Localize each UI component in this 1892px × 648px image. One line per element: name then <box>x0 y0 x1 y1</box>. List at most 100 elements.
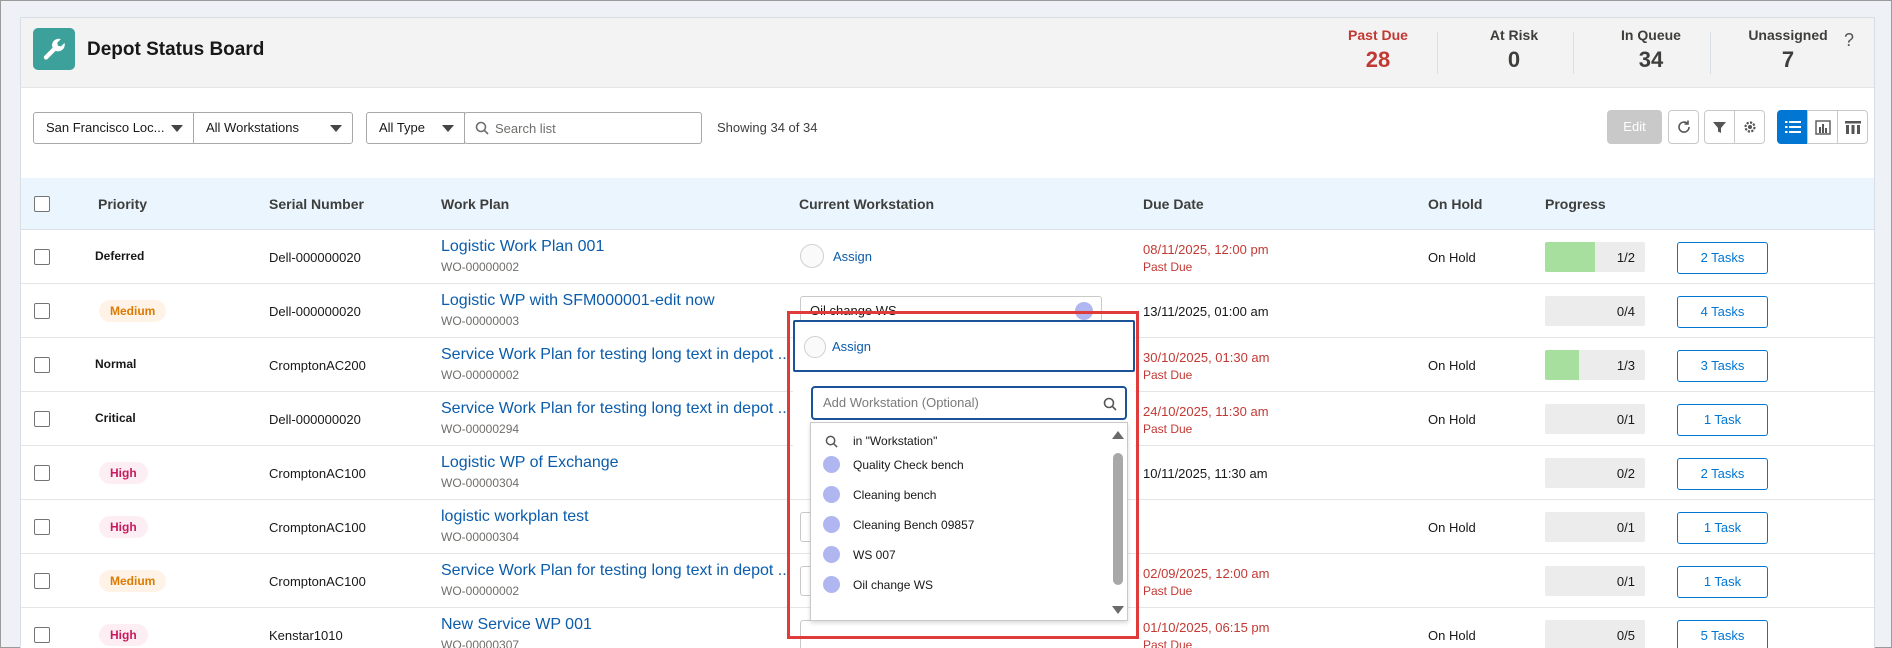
work-plan-link[interactable]: Logistic WP of Exchange <box>441 454 619 472</box>
row-checkbox[interactable] <box>34 465 50 481</box>
due-date: 02/09/2025, 12:00 am <box>1143 566 1270 581</box>
work-plan-link[interactable]: Logistic Work Plan 001 <box>441 238 604 256</box>
on-hold-status: On Hold <box>1428 412 1476 427</box>
serial-number: Dell-000000020 <box>269 250 361 265</box>
row-checkbox[interactable] <box>34 573 50 589</box>
stat-past-due[interactable]: Past Due 28 <box>1313 27 1443 73</box>
progress-text: 1/2 <box>1616 250 1635 265</box>
row-checkbox[interactable] <box>34 411 50 427</box>
priority-label: Critical <box>95 411 136 425</box>
settings-button[interactable] <box>1734 110 1765 144</box>
tasks-button[interactable]: 3 Tasks <box>1677 350 1768 382</box>
chart-view-button[interactable] <box>1807 110 1838 144</box>
stat-label: Unassigned <box>1748 27 1828 43</box>
tasks-button[interactable]: 1 Task <box>1677 512 1768 544</box>
row-checkbox[interactable] <box>34 303 50 319</box>
row-checkbox[interactable] <box>34 249 50 265</box>
tasks-button[interactable]: 2 Tasks <box>1677 242 1768 274</box>
priority-badge: High <box>99 624 148 646</box>
tasks-button[interactable]: 2 Tasks <box>1677 458 1768 490</box>
search-input[interactable] <box>495 119 695 137</box>
stat-value: 28 <box>1365 47 1391 72</box>
progress-text: 1/3 <box>1616 358 1635 373</box>
work-plan-link[interactable]: New Service WP 001 <box>441 616 592 634</box>
type-select-value: All Type <box>379 120 426 135</box>
workstation-icon <box>823 486 840 503</box>
serial-number: CromptonAC100 <box>269 574 366 589</box>
assign-link[interactable]: Assign <box>832 339 871 354</box>
stat-in-queue[interactable]: In Queue 34 <box>1586 27 1716 73</box>
screen-frame: Depot Status Board Past Due 28 At Risk 0… <box>0 0 1892 648</box>
refresh-button[interactable] <box>1668 110 1699 144</box>
board-view-button[interactable] <box>1837 110 1868 144</box>
column-priority[interactable]: Priority <box>98 196 147 212</box>
workstation-search-box <box>811 386 1127 420</box>
priority-label: Deferred <box>95 249 145 263</box>
column-due-date[interactable]: Due Date <box>1143 196 1204 212</box>
divider <box>1437 32 1438 74</box>
stat-label: At Risk <box>1489 27 1539 43</box>
progress-text: 0/1 <box>1616 412 1635 427</box>
assign-link[interactable]: Assign <box>833 249 872 264</box>
bar-chart-icon <box>1814 119 1831 135</box>
location-select[interactable]: San Francisco Loc... <box>33 112 194 144</box>
column-serial-number[interactable]: Serial Number <box>269 196 364 212</box>
workstation-select[interactable]: All Workstations <box>193 112 353 144</box>
column-progress[interactable]: Progress <box>1545 196 1606 212</box>
row-checkbox[interactable] <box>34 357 50 373</box>
tasks-button[interactable]: 5 Tasks <box>1677 620 1768 648</box>
work-plan-link[interactable]: Service Work Plan for testing long text … <box>441 400 791 418</box>
tasks-button[interactable]: 4 Tasks <box>1677 296 1768 328</box>
progress-bar: 0/1 <box>1545 566 1645 596</box>
workstation-icon <box>823 546 840 563</box>
table-row[interactable]: Deferred Dell-000000020 Logistic Work Plan… <box>21 230 1874 284</box>
priority-badge: Medium <box>99 570 167 592</box>
due-status: Past Due <box>1143 584 1193 598</box>
column-work-plan[interactable]: Work Plan <box>441 196 509 212</box>
due-date: 30/10/2025, 01:30 am <box>1143 350 1270 365</box>
stat-unassigned[interactable]: Unassigned 7 <box>1723 27 1853 73</box>
work-plan-link[interactable]: logistic workplan test <box>441 508 589 526</box>
work-plan-link[interactable]: Logistic WP with SFM000001-edit now <box>441 292 715 310</box>
workstation-option-label: Cleaning Bench 09857 <box>853 518 975 532</box>
due-date: 13/11/2025, 01:00 am <box>1143 304 1269 319</box>
work-plan-link[interactable]: Service Work Plan for testing long text … <box>441 562 791 580</box>
workstation-option[interactable]: Oil change WS <box>811 569 1111 605</box>
serial-number: Kenstar1010 <box>269 628 343 643</box>
select-all-checkbox[interactable] <box>34 196 50 212</box>
scroll-up-icon[interactable] <box>1112 431 1124 439</box>
help-icon[interactable]: ? <box>1844 30 1854 51</box>
stat-at-risk[interactable]: At Risk 0 <box>1449 27 1579 73</box>
workstation-icon <box>800 244 824 268</box>
stat-label: In Queue <box>1621 27 1681 43</box>
scroll-thumb[interactable] <box>1113 453 1123 585</box>
list-view-button[interactable] <box>1777 110 1808 144</box>
dropdown-scrollbar[interactable] <box>1111 427 1124 618</box>
progress-text: 0/1 <box>1616 574 1635 589</box>
type-select[interactable]: All Type <box>366 112 465 144</box>
work-plan-link[interactable]: Service Work Plan for testing long text … <box>441 346 791 364</box>
column-on-hold[interactable]: On Hold <box>1428 196 1482 212</box>
scroll-down-icon[interactable] <box>1112 606 1124 614</box>
on-hold-status: On Hold <box>1428 520 1476 535</box>
workstation-search-input[interactable] <box>823 395 1083 410</box>
workstation-option-label: Cleaning bench <box>853 488 937 502</box>
column-current-workstation[interactable]: Current Workstation <box>799 196 934 212</box>
assign-cell-editing[interactable]: Assign <box>793 320 1135 372</box>
filter-toolbar: San Francisco Loc... All Workstations Al… <box>21 88 1874 178</box>
row-checkbox[interactable] <box>34 627 50 643</box>
work-order-number: WO-00000294 <box>441 422 520 436</box>
work-order-number: WO-00000003 <box>441 314 520 328</box>
tasks-button[interactable]: 1 Task <box>1677 404 1768 436</box>
search-box <box>464 112 702 144</box>
workstation-option-label: Quality Check bench <box>853 458 964 472</box>
tasks-button[interactable]: 1 Task <box>1677 566 1768 598</box>
progress-fill <box>1545 242 1595 272</box>
priority-badge: High <box>99 462 148 484</box>
work-order-number: WO-00000002 <box>441 584 520 598</box>
on-hold-status: On Hold <box>1428 250 1476 265</box>
filter-button[interactable] <box>1704 110 1735 144</box>
progress-text: 0/1 <box>1616 520 1635 535</box>
edit-button[interactable]: Edit <box>1607 110 1662 144</box>
row-checkbox[interactable] <box>34 519 50 535</box>
